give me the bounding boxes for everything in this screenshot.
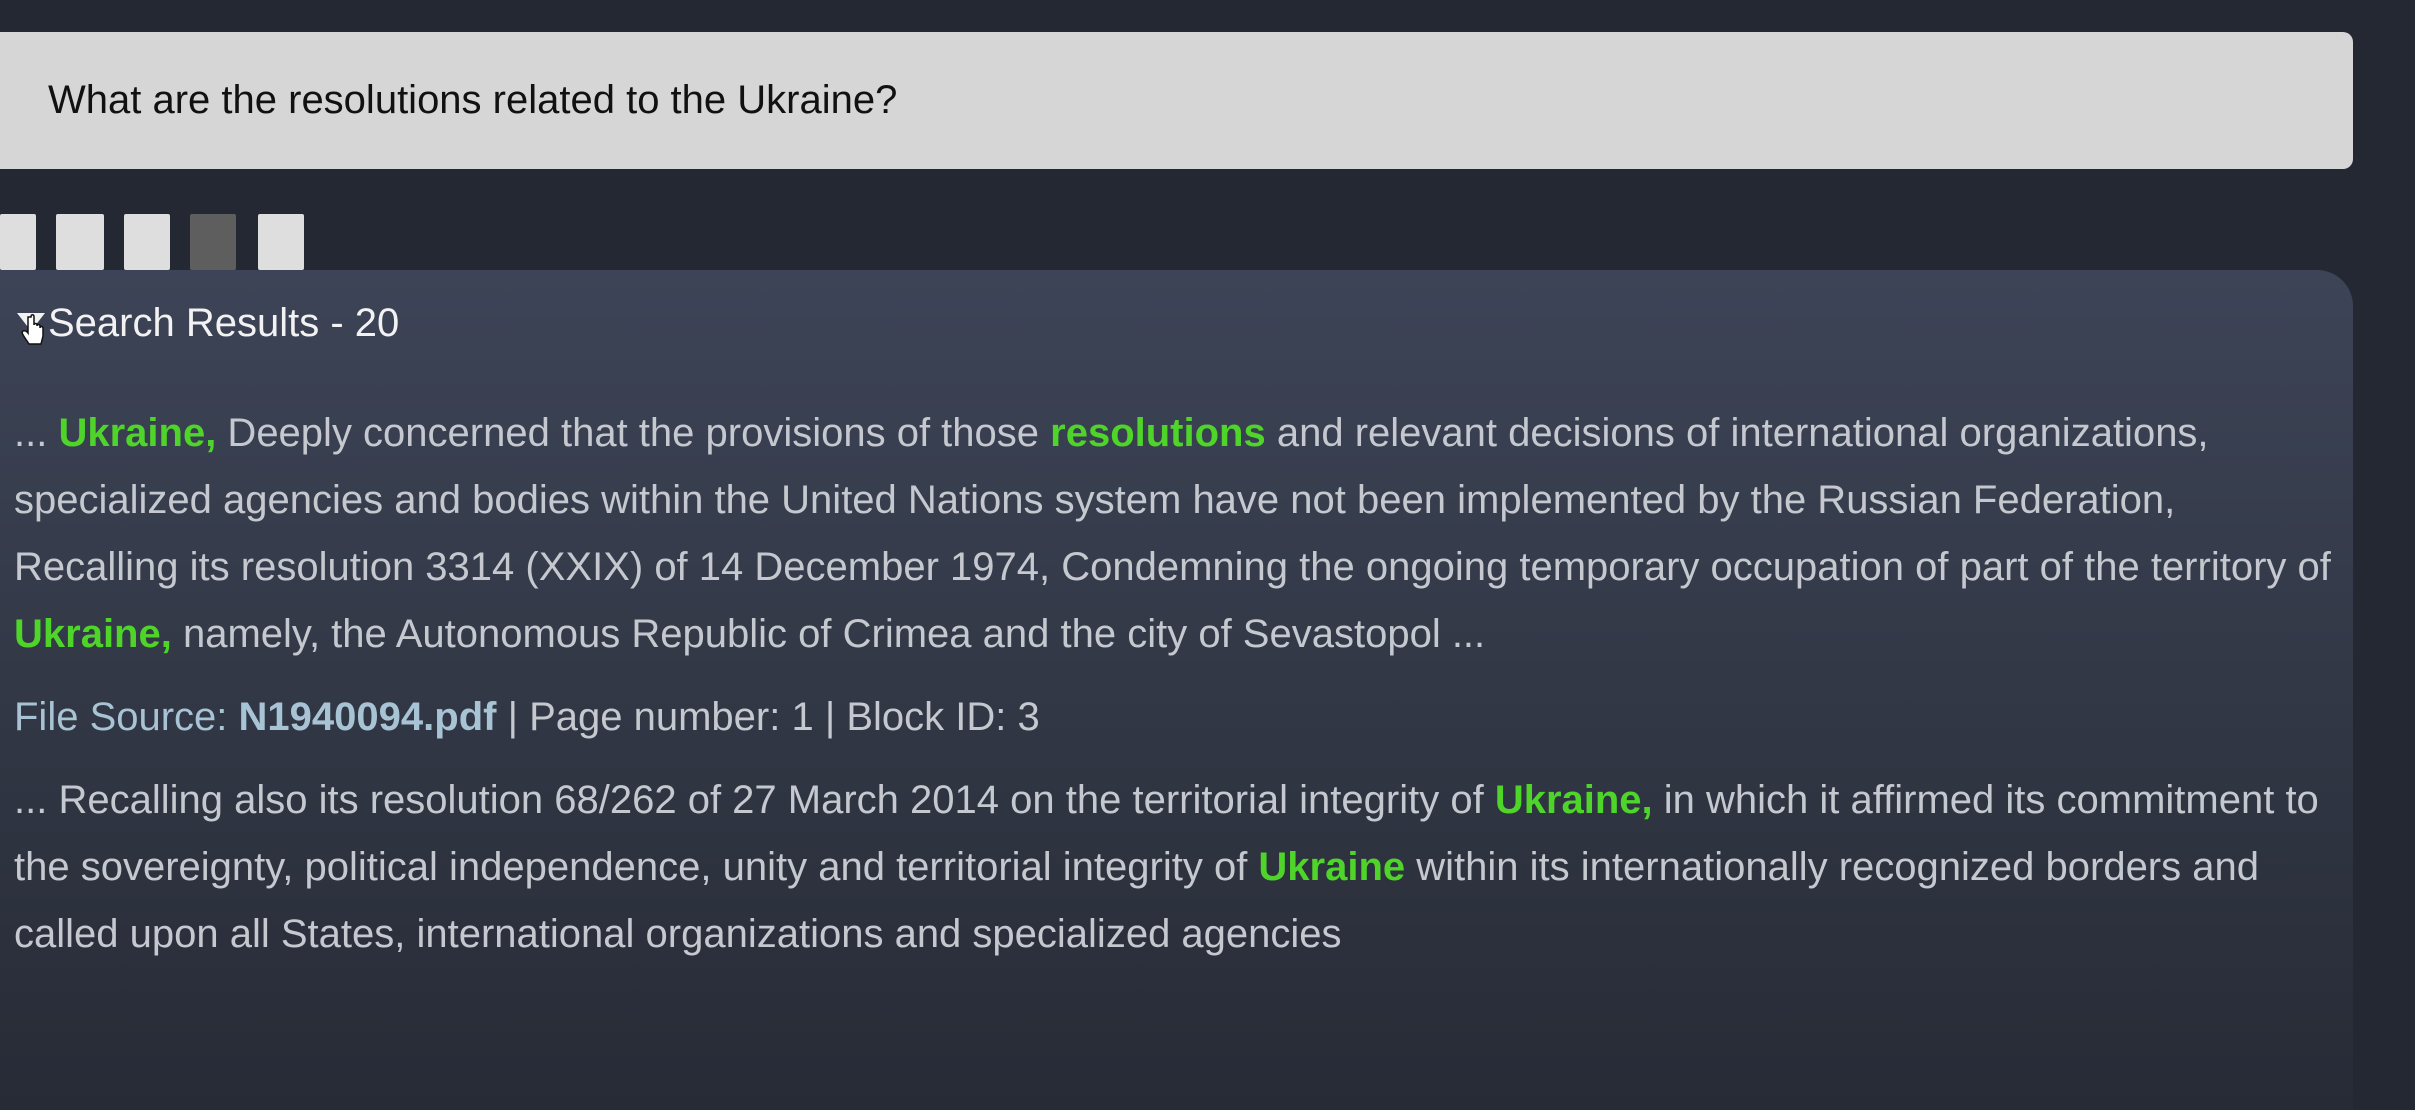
highlight-term: Ukraine, <box>14 612 172 656</box>
search-results-title: Search Results - 20 <box>48 301 399 346</box>
toolbar-button-4[interactable] <box>190 214 236 270</box>
caret-down-icon[interactable] <box>14 303 48 345</box>
search-results-separator: - <box>319 300 355 345</box>
query-text: What are the resolutions related to the … <box>48 78 898 122</box>
toolbar-button-3[interactable] <box>124 214 170 270</box>
search-results-count: 20 <box>354 300 400 345</box>
result-snippet-2: ... Recalling also its resolution 68/262… <box>14 767 2344 968</box>
file-source-link[interactable]: N1940094.pdf <box>239 695 497 739</box>
highlight-term: Ukraine, <box>1494 778 1653 822</box>
toolbar-button-2[interactable] <box>56 214 104 270</box>
snippet-text: Deeply concerned that the provisions of … <box>216 411 1051 455</box>
toolbar-button-5[interactable] <box>258 214 304 270</box>
snippet-text: namely, the Autonomous Republic of Crime… <box>171 612 1486 656</box>
search-results-panel: Search Results - 20 ... Ukraine, Deeply … <box>0 270 2353 1110</box>
source-meta: | Page number: 1 | Block ID: 3 <box>496 695 1040 739</box>
highlight-term: resolutions <box>1050 411 1266 455</box>
snippet-text: ... <box>14 411 59 455</box>
highlight-term: Ukraine, <box>58 411 217 455</box>
query-bar[interactable]: What are the resolutions related to the … <box>0 32 2353 169</box>
result-source-1: File Source: N1940094.pdf | Page number:… <box>14 684 2353 751</box>
search-results-header[interactable]: Search Results - 20 <box>14 298 2353 348</box>
result-snippet-1: ... Ukraine, Deeply concerned that the p… <box>14 400 2344 668</box>
file-source-label: File Source: <box>14 695 228 739</box>
search-results-label: Search Results <box>48 300 320 345</box>
toolbar-button-1[interactable] <box>0 214 36 270</box>
highlight-term: Ukraine <box>1258 845 1406 889</box>
snippet-text: ... Recalling also its resolution 68/262… <box>14 778 1495 822</box>
